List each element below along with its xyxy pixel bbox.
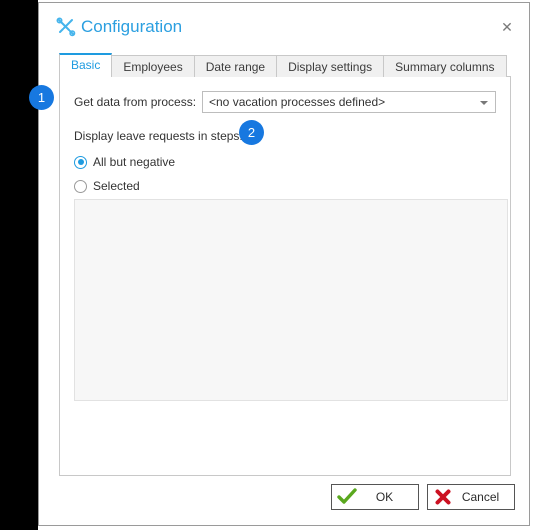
tab-summary-columns-label: Summary columns [395,60,495,74]
dialog-footer: OK Cancel [39,484,529,514]
cancel-button-label: Cancel [461,490,500,504]
radio-all-but-negative[interactable]: All but negative [74,153,175,171]
cancel-button[interactable]: Cancel [427,484,515,510]
tab-employees[interactable]: Employees [111,55,195,77]
steps-list-box[interactable] [74,199,508,401]
dialog-title-bar: Configuration ✕ [39,3,529,51]
configuration-dialog: Configuration ✕ Basic Employees Date ran… [38,2,530,526]
red-cross-icon [433,487,453,507]
annotation-badge-1-number: 1 [37,90,46,105]
process-field-row: Get data from process: <no vacation proc… [74,91,496,113]
radio-selected-label: Selected [93,179,140,193]
steps-group-label: Display leave requests in steps: [74,129,243,143]
close-glyph: ✕ [501,18,513,35]
tab-basic[interactable]: Basic [59,53,113,77]
tab-basic-label: Basic [71,58,101,72]
annotation-badge-2: 2 [239,120,264,145]
radio-all-but-negative-label: All but negative [93,155,176,169]
page-title: Configuration [81,17,183,36]
radio-selected-icon [74,155,87,169]
tab-display-settings-label: Display settings [288,60,373,74]
close-icon[interactable]: ✕ [493,13,521,41]
ok-button-label: OK [375,490,394,504]
annotation-badge-2-number: 2 [247,125,256,140]
left-occlusion-overlay [0,0,38,530]
tab-date-range-label: Date range [205,60,266,74]
tab-employees-label: Employees [123,60,183,74]
radio-selected-option[interactable]: Selected [74,177,140,195]
radio-unselected-icon [74,179,87,193]
process-label: Get data from process: [74,95,197,109]
ok-button[interactable]: OK [331,484,419,510]
process-dropdown[interactable]: <no vacation processes defined> [202,91,496,113]
tab-display-settings[interactable]: Display settings [276,55,385,77]
tools-wrench-screwdriver-icon [55,16,77,38]
annotation-badge-1: 1 [29,85,54,110]
chevron-down-icon [480,101,488,105]
tab-date-range[interactable]: Date range [193,55,278,77]
green-check-icon [337,487,357,507]
tab-content-panel: Get data from process: <no vacation proc… [59,76,511,476]
process-dropdown-value: <no vacation processes defined> [209,95,386,109]
tab-strip: Basic Employees Date range Display setti… [59,53,507,77]
tab-summary-columns[interactable]: Summary columns [383,55,507,77]
